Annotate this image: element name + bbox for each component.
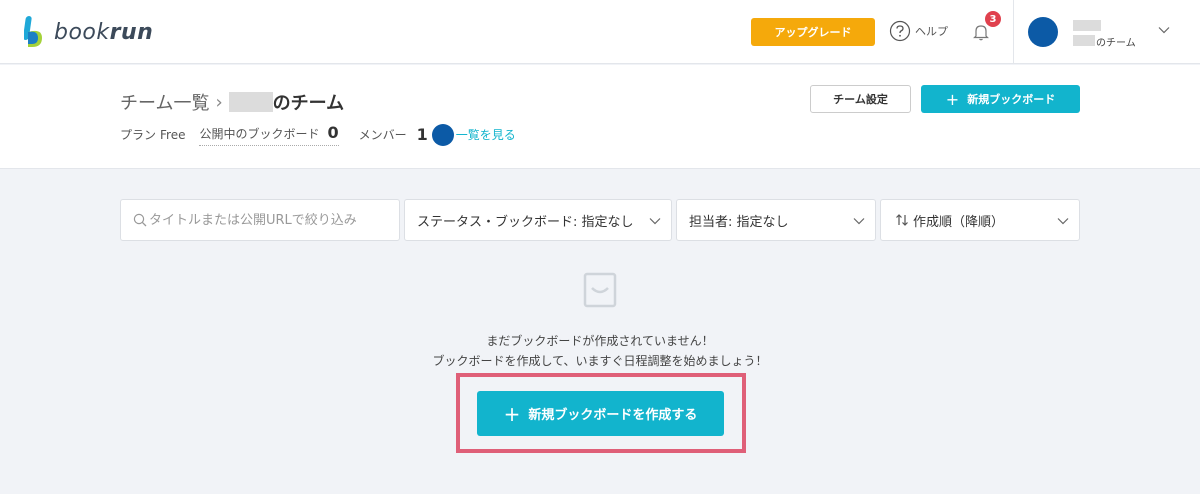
help-label: ヘルプ (915, 25, 948, 38)
inbox-icon (583, 272, 617, 308)
sort-filter-label: 作成順（降順） (913, 214, 1005, 230)
page-title: のチーム (272, 93, 345, 114)
bookrun-logo-icon (24, 16, 42, 47)
plan-value: Free (160, 127, 186, 142)
status-filter-label: ステータス・ブックボード: 指定なし (417, 214, 634, 230)
notification-badge: 3 (985, 11, 1001, 27)
search-box (120, 199, 400, 241)
create-board-label: 新規ブックボードを作成する (528, 408, 698, 423)
public-boards-count: 0 (327, 123, 339, 142)
user-name-redacted (1073, 20, 1101, 31)
empty-message-line-2: ブックボードを作成して、いますぐ日程調整を始めましょう！ (432, 354, 768, 368)
members-label: メンバー (358, 128, 407, 142)
team-settings-button[interactable]: チーム設定 (810, 85, 911, 113)
public-boards-stat: 公開中のブックボード 0 (199, 123, 339, 146)
header-divider (1013, 0, 1014, 64)
chevron-down-icon[interactable] (1158, 26, 1170, 34)
team-header: チーム一覧 › のチーム プラン Free 公開中のブックボード 0 メンバー … (0, 65, 1200, 169)
assignee-filter-label: 担当者: 指定なし (689, 214, 789, 230)
team-name-redacted (228, 92, 273, 112)
logo-text: bookrun (54, 19, 154, 45)
search-icon (133, 213, 147, 227)
members-list-link[interactable]: 一覧を見る (456, 126, 516, 143)
user-team-suffix: のチーム (1096, 38, 1136, 49)
chevron-down-icon (853, 218, 865, 225)
breadcrumb-team-list[interactable]: チーム一覧 (120, 89, 209, 115)
status-board-filter[interactable]: ステータス・ブックボード: 指定なし (404, 199, 672, 241)
chevron-down-icon (649, 218, 661, 225)
user-avatar[interactable] (1028, 17, 1058, 47)
chevron-down-icon (1057, 218, 1069, 225)
assignee-filter[interactable]: 担当者: 指定なし (676, 199, 876, 241)
breadcrumb: チーム一覧 › のチーム (120, 89, 344, 115)
create-board-button[interactable]: + 新規ブックボードを作成する (477, 391, 724, 436)
breadcrumb-separator: › (215, 91, 223, 113)
empty-message-line-1: まだブックボードが作成されていません！ (486, 334, 714, 348)
public-boards-label: 公開中のブックボード (199, 127, 320, 141)
plan-label: プラン (120, 128, 157, 142)
team-name-redacted (1073, 35, 1095, 46)
team-meta: プラン Free 公開中のブックボード 0 メンバー 1 一覧を見る (120, 123, 516, 146)
sort-filter[interactable]: 作成順（降順） (880, 199, 1080, 241)
help-link[interactable]: ヘルプ (889, 20, 948, 42)
upgrade-button[interactable]: アップグレード (751, 18, 875, 46)
plus-icon: + (945, 89, 960, 109)
help-icon (889, 20, 911, 42)
members-count: 1 (416, 125, 428, 144)
member-avatar (431, 123, 454, 146)
search-input[interactable] (149, 212, 389, 228)
top-bar: bookrun アップグレード ヘルプ 3 のチーム (0, 0, 1200, 64)
new-board-button[interactable]: + 新規ブックボード (921, 85, 1080, 113)
bookrun-logo[interactable]: bookrun (24, 16, 153, 48)
new-board-label: 新規ブックボード (967, 93, 1056, 106)
plus-icon: + (503, 401, 521, 426)
sort-icon (896, 214, 908, 226)
